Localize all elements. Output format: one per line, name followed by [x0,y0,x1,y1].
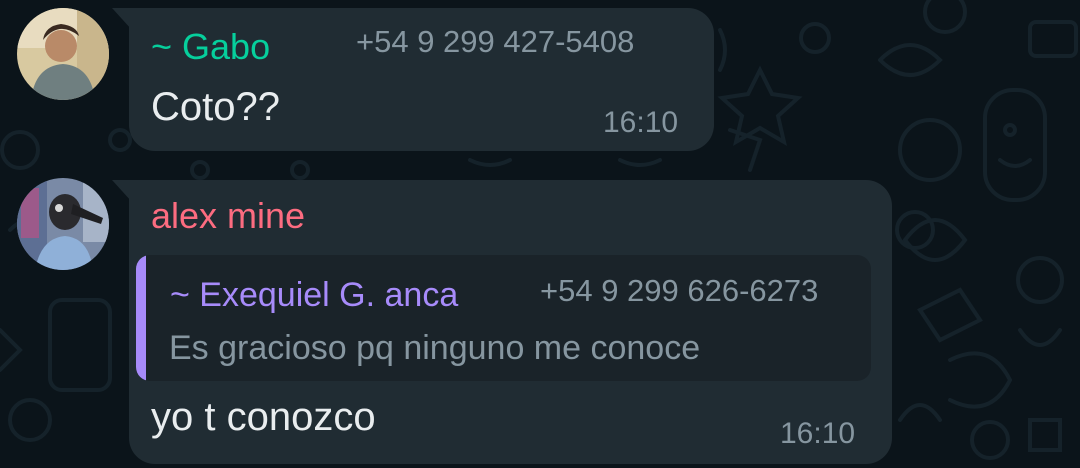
sender-name[interactable]: ~ Gabo [151,27,270,67]
message-time: 16:10 [603,106,679,139]
quoted-sender-phone: +54 9 299 626-6273 [540,273,819,308]
avatar-gabo[interactable] [17,8,109,100]
sender-name[interactable]: alex mine [151,196,305,236]
message-bubble[interactable]: ~ Gabo +54 9 299 427-5408 Coto?? 16:10 [129,8,714,151]
quoted-sender-name: ~ Exequiel G. anca [170,276,459,314]
contact-photo-icon [17,178,109,270]
quoted-message[interactable]: ~ Exequiel G. anca +54 9 299 626-6273 Es… [136,255,871,381]
message-time: 16:10 [780,417,856,450]
message-bubble[interactable]: alex mine ~ Exequiel G. anca +54 9 299 6… [129,180,892,464]
quote-accent-bar [136,255,146,381]
sender-phone: +54 9 299 427-5408 [356,24,635,59]
avatar-alex[interactable] [17,178,109,270]
contact-photo-icon [17,8,109,100]
quoted-text: Es gracioso pq ninguno me conoce [169,329,701,367]
message-text: Coto?? [151,85,280,129]
message-text: yo t conozco [151,395,376,439]
